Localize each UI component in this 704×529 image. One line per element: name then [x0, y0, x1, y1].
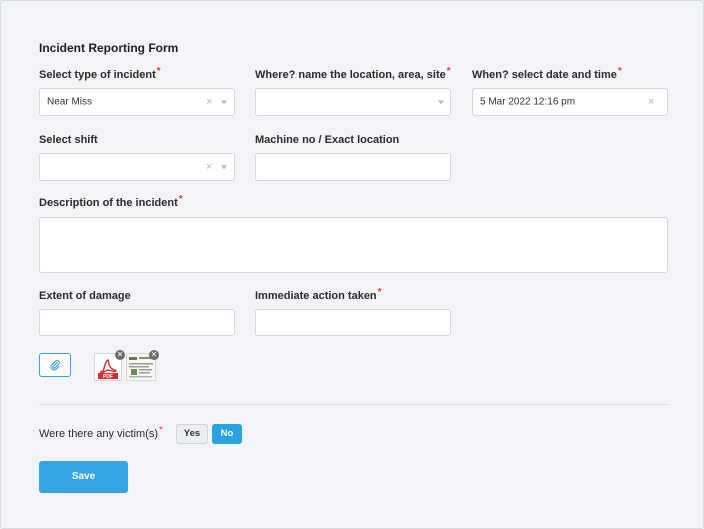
chevron-down-icon[interactable] — [221, 100, 227, 105]
location-select[interactable] — [255, 88, 451, 116]
machine-input[interactable] — [255, 153, 451, 181]
datetime-label: When? select date and time* — [472, 66, 622, 81]
shift-label: Select shift — [39, 134, 98, 146]
shift-select[interactable]: × — [39, 153, 235, 181]
clear-icon[interactable]: × — [206, 161, 212, 173]
attach-button[interactable] — [39, 353, 71, 377]
description-label: Description of the incident* — [39, 194, 183, 209]
clear-icon[interactable]: × — [206, 96, 212, 108]
victims-yes-button[interactable]: Yes — [176, 424, 208, 444]
form-title: Incident Reporting Form — [39, 41, 179, 55]
incident-type-value: Near Miss — [47, 96, 93, 108]
incident-type-label: Select type of incident* — [39, 66, 161, 81]
chevron-down-icon[interactable] — [221, 165, 227, 170]
remove-attachment-icon[interactable]: ✕ — [115, 350, 125, 360]
divider — [39, 404, 668, 405]
location-label: Where? name the location, area, site* — [255, 66, 451, 81]
chevron-down-icon[interactable] — [438, 100, 444, 105]
damage-label: Extent of damage — [39, 290, 131, 302]
form-container: Incident Reporting Form Select type of i… — [0, 0, 704, 529]
save-button[interactable]: Save — [39, 461, 128, 493]
machine-label: Machine no / Exact location — [255, 134, 400, 146]
description-textarea[interactable] — [39, 217, 668, 273]
paperclip-icon — [50, 359, 60, 371]
datetime-input[interactable]: 5 Mar 2022 12:16 pm × — [472, 88, 668, 116]
victims-question: Were there any victim(s)* — [39, 425, 163, 440]
victims-no-button[interactable]: No — [212, 424, 242, 444]
incident-type-select[interactable]: Near Miss × — [39, 88, 235, 116]
action-input[interactable] — [255, 309, 451, 336]
damage-input[interactable] — [39, 309, 235, 336]
action-label: Immediate action taken* — [255, 287, 382, 302]
remove-attachment-icon[interactable]: ✕ — [149, 350, 159, 360]
attachment-pdf[interactable]: PDF ✕ — [94, 350, 125, 381]
attachment-image[interactable]: ✕ — [126, 350, 159, 381]
datetime-value: 5 Mar 2022 12:16 pm — [480, 96, 576, 108]
pdf-badge-text: PDF — [103, 374, 113, 380]
clear-icon[interactable]: × — [648, 96, 654, 108]
